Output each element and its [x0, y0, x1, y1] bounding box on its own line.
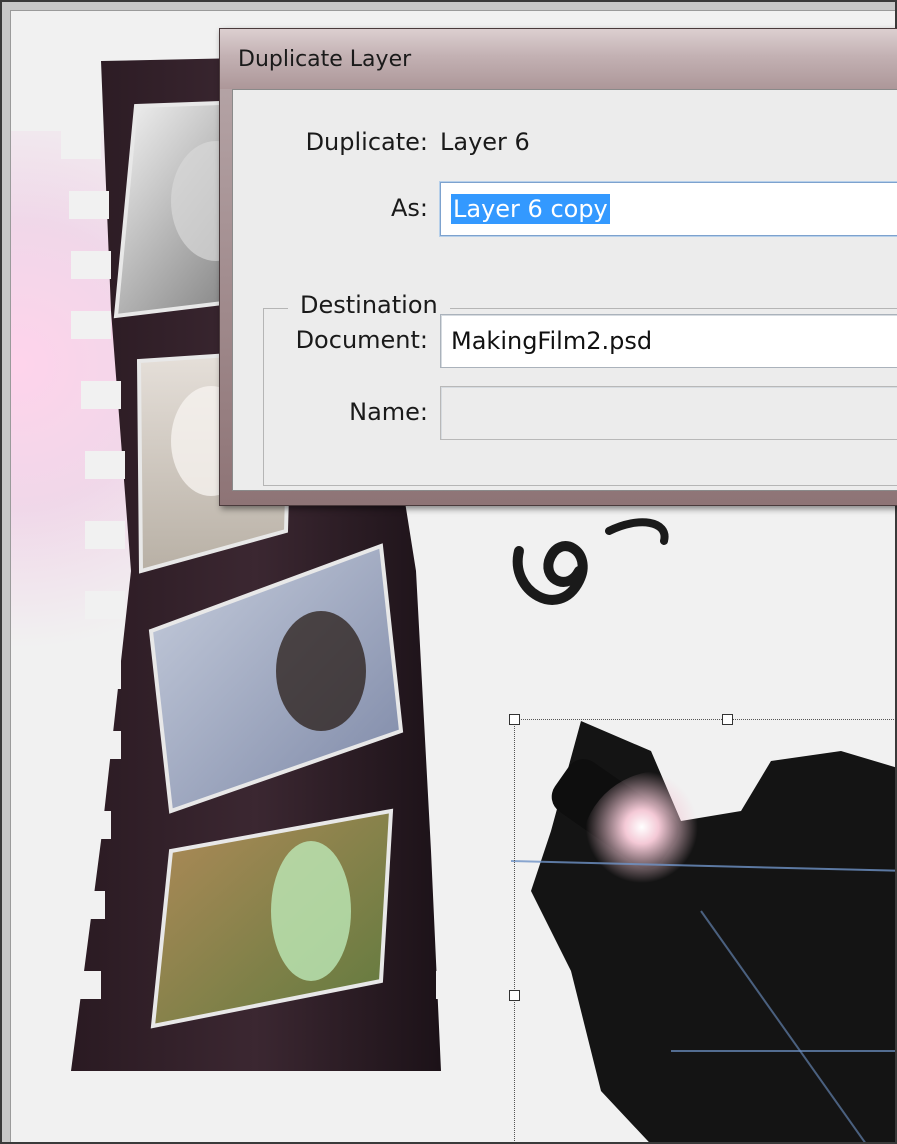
- duplicate-row: Duplicate: Layer 6: [233, 128, 833, 156]
- transform-handle-top-center[interactable]: [722, 714, 733, 725]
- transform-handle-top-left[interactable]: [509, 714, 520, 725]
- dialog-body: Duplicate: Layer 6 As: Layer 6 copy Dest…: [232, 89, 897, 491]
- duplicate-layer-dialog: Duplicate Layer Duplicate: Layer 6 As: L…: [219, 28, 897, 506]
- transform-handle-middle-left[interactable]: [509, 990, 520, 1001]
- name-label: Name:: [349, 398, 428, 426]
- document-select[interactable]: MakingFilm2.psd: [440, 314, 897, 368]
- destination-legend: Destination: [288, 291, 450, 319]
- dialog-title: Duplicate Layer: [238, 46, 412, 72]
- decorative-swirl-text: [499, 511, 699, 621]
- duplicate-value: Layer 6: [440, 128, 530, 156]
- as-name-selected-text: Layer 6 copy: [451, 194, 610, 224]
- document-row: Document:: [233, 326, 428, 354]
- document-label: Document:: [295, 326, 428, 354]
- document-select-value: MakingFilm2.psd: [451, 327, 653, 355]
- transform-bounding-box[interactable]: [509, 714, 895, 1142]
- duplicate-label: Duplicate:: [305, 128, 428, 156]
- as-name-input[interactable]: Layer 6 copy: [440, 182, 897, 236]
- as-row: As:: [233, 194, 428, 222]
- as-label: As:: [390, 194, 428, 222]
- name-input[interactable]: [440, 386, 897, 440]
- dialog-titlebar[interactable]: Duplicate Layer: [220, 29, 897, 89]
- name-row: Name:: [233, 398, 428, 426]
